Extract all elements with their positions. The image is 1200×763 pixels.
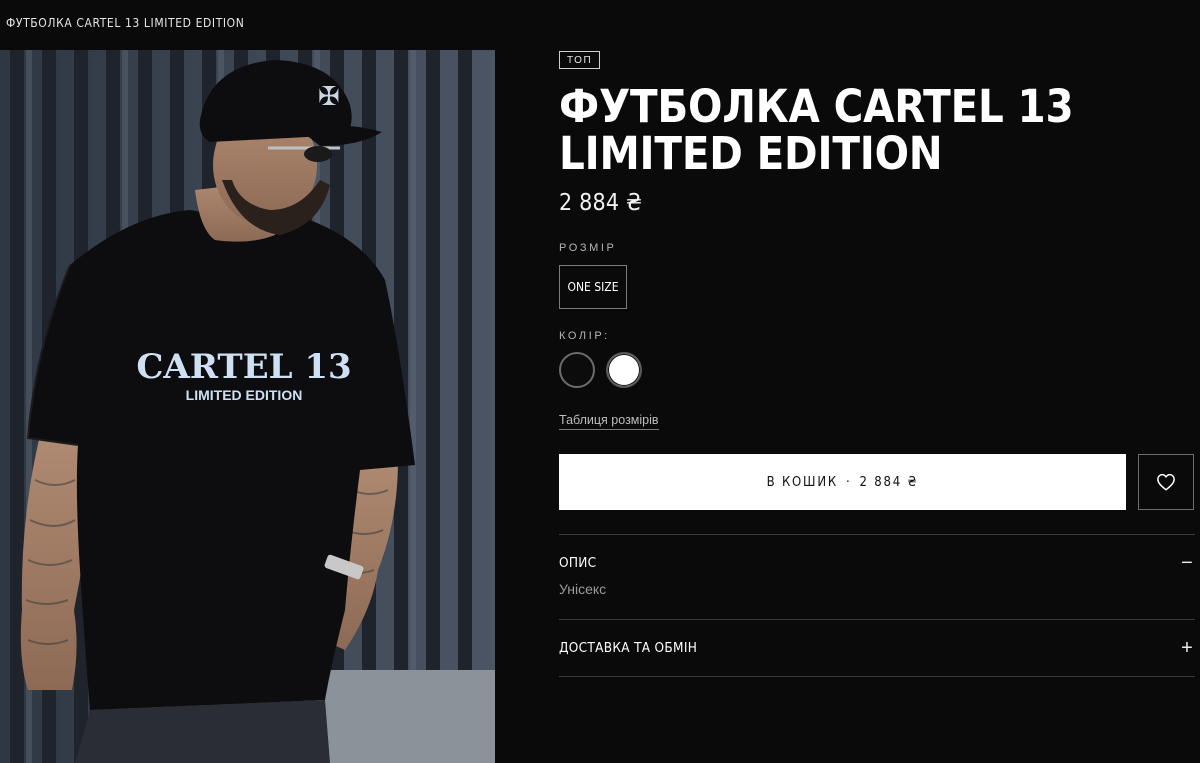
accordion-delivery-title: ДОСТАВКА ТА ОБМІН	[559, 640, 698, 656]
accordion-description-title: ОПИС	[559, 555, 597, 571]
shirt-print-sub: LIMITED EDITION	[186, 387, 303, 403]
color-swatch-black[interactable]	[559, 352, 595, 388]
cap-logo-icon: ✠	[318, 82, 340, 112]
breadcrumb: › ФУТБОЛКА CARTEL 13 LIMITED EDITION	[0, 0, 244, 46]
add-to-cart-button[interactable]: В КОШИК · 2 884 ₴	[559, 454, 1126, 510]
color-swatch-white[interactable]	[606, 352, 642, 388]
product-title: ФУТБОЛКА CARTEL 13 LIMITED EDITION	[559, 80, 1074, 180]
add-to-cart-price: 2 884 ₴	[859, 474, 919, 490]
wishlist-button[interactable]	[1138, 454, 1194, 510]
shirt-print-main: CARTEL 13	[136, 347, 351, 387]
top-badge: ТОП	[559, 51, 601, 69]
product-photo: CARTEL 13 LIMITED EDITION ✠	[0, 50, 495, 763]
purchase-actions: В КОШИК · 2 884 ₴	[559, 454, 1195, 510]
color-label: КОЛІР:	[559, 330, 610, 342]
color-swatches	[559, 352, 1195, 388]
product-accordion: ОПИС − Унісекс ДОСТАВКА ТА ОБМІН +	[559, 534, 1195, 677]
accordion-delivery-header[interactable]: ДОСТАВКА ТА ОБМІН +	[559, 620, 1195, 676]
heart-icon	[1157, 473, 1175, 491]
size-table-link[interactable]: Таблиця розмірів	[559, 413, 659, 430]
size-label: РОЗМІР	[559, 242, 617, 254]
breadcrumb-current: ФУТБОЛКА CARTEL 13 LIMITED EDITION	[6, 16, 245, 30]
accordion-divider	[559, 676, 1195, 677]
expand-icon[interactable]: +	[1179, 638, 1195, 658]
accordion-description-body: Унісекс	[559, 581, 607, 597]
product-price: 2 884 ₴	[559, 190, 643, 216]
add-to-cart-separator: ·	[846, 474, 852, 490]
product-panel: ТОП ФУТБОЛКА CARTEL 13 LIMITED EDITION 2…	[559, 50, 1195, 677]
add-to-cart-label: В КОШИК	[766, 474, 839, 490]
size-option-one-size[interactable]: ONE SIZE	[559, 265, 627, 309]
collapse-icon[interactable]: −	[1179, 553, 1195, 573]
